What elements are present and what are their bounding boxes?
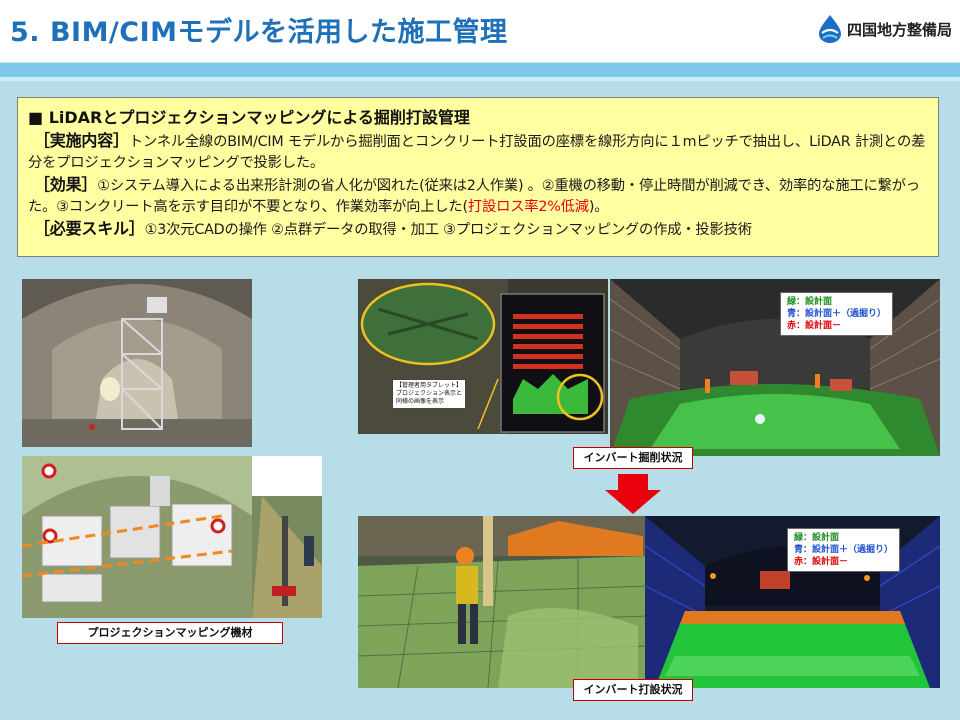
skill-text: ①3次元CADの操作 ②点群データの取得・加工 ③プロジェクションマッピングの作…: [144, 222, 752, 238]
equipment-photo: [22, 456, 322, 618]
tablet-note-line3: 同様の画像を表示: [396, 398, 445, 405]
down-arrow-icon: [605, 474, 661, 514]
excavation-caption: インバート掘削状況: [573, 447, 693, 469]
casting-projection-photo: 緑：設計面 青：設計面＋（過掘り） 赤：設計面－: [645, 516, 940, 688]
content-area: ■ LiDARとプロジェクションマッピングによる掘削打設管理 ［実施内容］トンネ…: [0, 81, 960, 720]
info-heading: ■ LiDARとプロジェクションマッピングによる掘削打設管理: [28, 108, 470, 127]
legend-blue-label: 青：設計面＋（過掘り）: [787, 309, 887, 319]
effect-tail: )。: [588, 199, 609, 215]
casting-legend: 緑：設計面 青：設計面＋（過掘り） 赤：設計面－: [787, 528, 901, 572]
casting-legend-blue-label: 青：設計面＋（過掘り）: [794, 545, 894, 555]
effect-highlight: 打設ロス率2%低減: [467, 199, 589, 215]
org-logo: 四国地方整備局: [817, 14, 952, 44]
tablet-note: 【管理者用タブレット】 プロジェクション表示と 同様の画像を表示: [392, 379, 467, 409]
effect-paragraph: ［効果］①システム導入による出来形計測の省人化が図れた(従来は2人作業) 。②重…: [28, 174, 932, 218]
water-drop-logo-icon: [818, 15, 841, 43]
impl-label: ［実施内容］: [34, 131, 129, 150]
legend-green-label: 緑：設計面: [787, 297, 833, 307]
casting-photo: [358, 516, 648, 688]
skill-paragraph: ［必要スキル］①3次元CADの操作 ②点群データの取得・加工 ③プロジェクション…: [28, 218, 932, 241]
casting-caption: インバート打設状況: [573, 679, 693, 701]
excavation-projection-photo: 緑：設計面 青：設計面＋（過掘り） 赤：設計面－: [610, 279, 940, 456]
skill-label: ［必要スキル］: [34, 219, 145, 238]
tablet-note-line1: 【管理者用タブレット】: [396, 382, 463, 389]
header-band: [0, 62, 960, 77]
casting-legend-green-label: 緑：設計面: [794, 533, 840, 543]
impl-paragraph: ［実施内容］トンネル全線のBIM/CIM モデルから掘削面とコンクリート打設面の…: [28, 130, 932, 174]
impl-text: トンネル全線のBIM/CIM モデルから掘削面とコンクリート打設面の座標を線形方…: [28, 134, 926, 171]
tunnel-scaffold-photo: [22, 279, 252, 447]
equipment-caption: プロジェクションマッピング機材: [57, 622, 283, 644]
tablet-photo: 【管理者用タブレット】 プロジェクション表示と 同様の画像を表示: [358, 279, 608, 434]
page-title: 5. BIM/CIMモデルを活用した施工管理: [10, 17, 508, 48]
org-name: 四国地方整備局: [846, 20, 952, 39]
info-box: ■ LiDARとプロジェクションマッピングによる掘削打設管理 ［実施内容］トンネ…: [17, 97, 939, 257]
excavation-legend: 緑：設計面 青：設計面＋（過掘り） 赤：設計面－: [780, 292, 894, 336]
effect-label: ［効果］: [34, 175, 98, 194]
legend-red-label: 赤：設計面－: [787, 321, 842, 331]
tablet-note-line2: プロジェクション表示と: [396, 390, 463, 397]
header: 5. BIM/CIMモデルを活用した施工管理 四国地方整備局: [0, 0, 960, 62]
casting-legend-red-label: 赤：設計面－: [794, 557, 849, 567]
